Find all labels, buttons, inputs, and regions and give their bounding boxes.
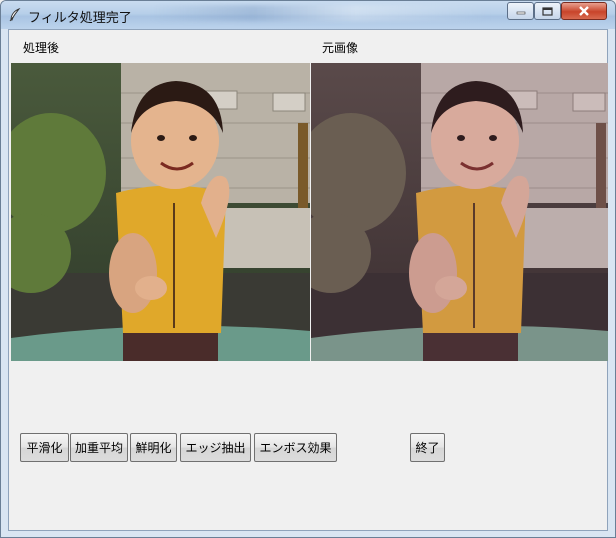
title-bar[interactable]: フィルタ処理完了 (1, 1, 615, 29)
close-icon (579, 6, 589, 16)
original-image (311, 63, 608, 361)
sharpen-button[interactable]: 鮮明化 (130, 433, 177, 462)
quit-button[interactable]: 終了 (410, 433, 445, 462)
minimize-icon (516, 11, 525, 15)
feather-icon (9, 8, 21, 22)
original-image-label: 元画像 (322, 41, 359, 55)
client-area: 処理後 元画像 平滑化 加重平均 鮮明化 エッジ抽出 エンボス効果 終了 (8, 29, 608, 531)
maximize-icon (542, 6, 553, 16)
weighted-average-button[interactable]: 加重平均 (70, 433, 128, 462)
smooth-button[interactable]: 平滑化 (20, 433, 69, 462)
emboss-button[interactable]: エンボス効果 (254, 433, 337, 462)
minimize-button[interactable] (507, 2, 534, 20)
edge-extract-button[interactable]: エッジ抽出 (180, 433, 251, 462)
maximize-button[interactable] (534, 2, 561, 20)
window-title: フィルタ処理完了 (28, 11, 132, 26)
processed-image (11, 63, 310, 361)
close-button[interactable] (561, 2, 607, 20)
app-window: フィルタ処理完了 処理後 元画像 平滑化 加重平均 鮮明化 エッジ抽出 エンボス… (0, 0, 616, 538)
processed-image-label: 処理後 (23, 41, 60, 55)
